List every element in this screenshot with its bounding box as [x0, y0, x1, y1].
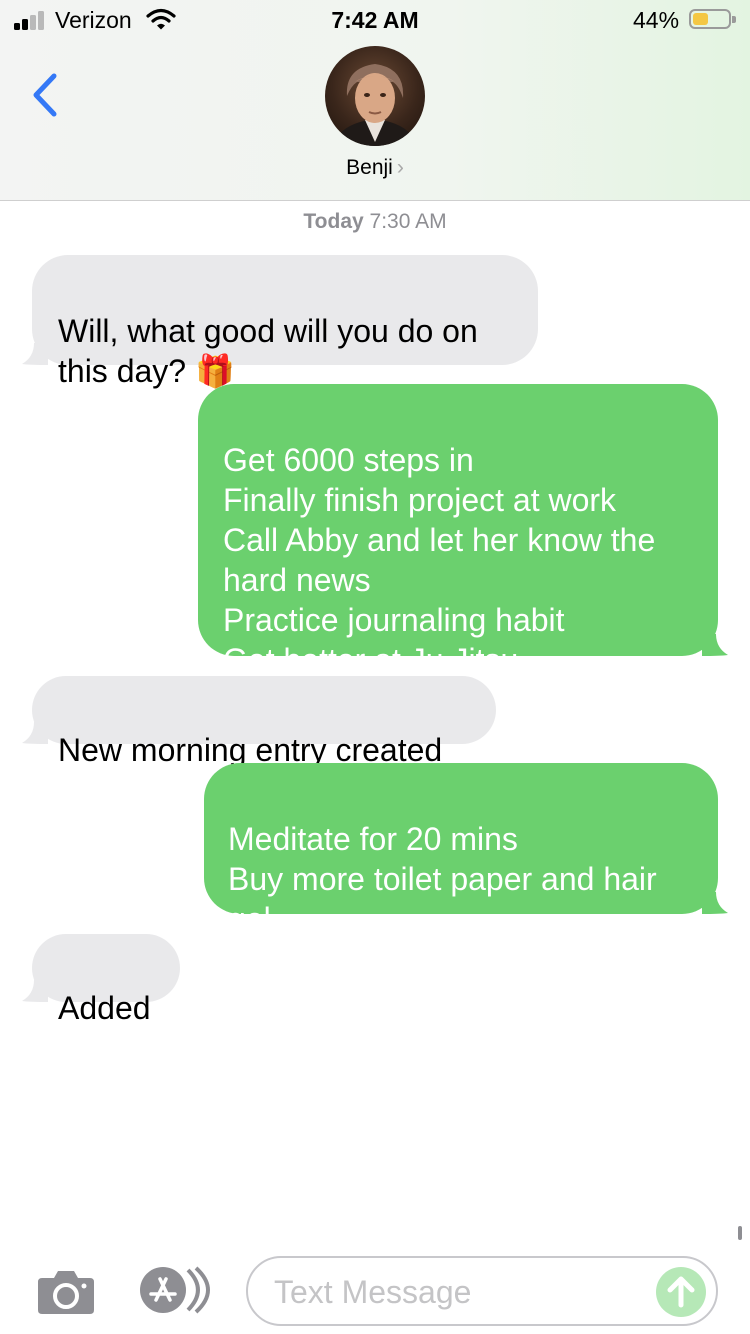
battery-level-fill [693, 13, 708, 25]
battery-icon [689, 9, 736, 29]
timestamp-day: Today [303, 210, 364, 233]
battery-percentage: 44% [633, 7, 680, 33]
bubble-tail [22, 980, 48, 1002]
incoming-message-bubble[interactable]: Will, what good will you do on this day?… [22, 255, 538, 389]
message-text: Get 6000 steps in Finally finish project… [223, 442, 656, 678]
chevron-right-icon: › [396, 156, 404, 179]
app-store-icon[interactable] [138, 1266, 214, 1314]
bubble-tail [22, 722, 48, 744]
message-text: Added [58, 990, 151, 1026]
message-input[interactable]: Text Message [246, 1256, 718, 1326]
outgoing-message-bubble[interactable]: Get 6000 steps in Finally finish project… [198, 384, 728, 678]
back-chevron-icon[interactable] [24, 70, 64, 120]
incoming-message-bubble[interactable]: New morning entry created [22, 676, 496, 768]
bubble-tail [22, 343, 48, 365]
message-text: Meditate for 20 mins Buy more toilet pap… [228, 821, 657, 937]
send-button[interactable] [656, 1267, 706, 1317]
outgoing-message-bubble[interactable]: Meditate for 20 mins Buy more toilet pap… [204, 763, 728, 937]
message-text: Will, what good will you do on this day?… [58, 313, 478, 389]
status-bar: Verizon 7:42 AM 44% [0, 0, 750, 40]
message-timestamp: Today 7:30 AM [0, 210, 750, 234]
contact-avatar[interactable] [325, 46, 425, 146]
send-arrow-icon [667, 1276, 695, 1308]
contact-name: Benji [346, 156, 393, 179]
conversation-header: Verizon 7:42 AM 44% Benji › [0, 0, 750, 201]
camera-icon[interactable] [36, 1268, 96, 1316]
message-input-placeholder: Text Message [274, 1274, 472, 1310]
bubble-tail [702, 634, 728, 656]
scroll-indicator[interactable] [738, 1226, 742, 1240]
contact-name-button[interactable]: Benji › [0, 156, 750, 180]
bubble-tail [702, 892, 728, 914]
incoming-message-bubble[interactable]: Added [22, 934, 180, 1026]
timestamp-time: 7:30 AM [369, 210, 447, 233]
